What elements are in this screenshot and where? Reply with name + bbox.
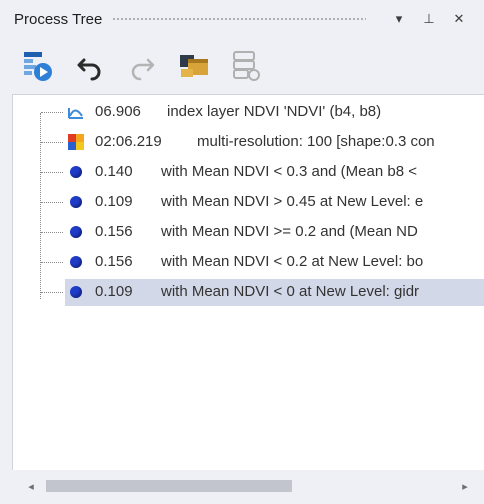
- panel-title: Process Tree: [14, 10, 103, 28]
- execution-time: 0.156: [95, 223, 133, 240]
- close-icon[interactable]: ✕: [448, 8, 470, 30]
- execution-time: 0.109: [95, 193, 133, 210]
- save-rule-set-icon[interactable]: [228, 48, 264, 84]
- execution-time: 0.156: [95, 253, 133, 270]
- tree-row[interactable]: 0.156 with Mean NDVI < 0.2 at New Level:…: [13, 247, 484, 277]
- process-description: with Mean NDVI < 0.2 at New Level: bo: [161, 253, 424, 270]
- scroll-right-icon[interactable]: ▸: [458, 479, 472, 493]
- tree-row-selected[interactable]: 0.109 with Mean NDVI < 0 at New Level: g…: [13, 277, 484, 307]
- classification-dot-icon: [67, 163, 85, 181]
- redo-icon[interactable]: [124, 48, 160, 84]
- tree-row[interactable]: 06.906 index layer NDVI 'NDVI' (b4, b8): [13, 97, 484, 127]
- tree-row[interactable]: 02:06.219 multi-resolution: 100 [shape:0…: [13, 127, 484, 157]
- process-tree-panel: Process Tree ▾ ⊥ ✕ 06.906 index layer ND…: [0, 0, 484, 504]
- process-description: multi-resolution: 100 [shape:0.3 con: [197, 133, 435, 150]
- process-description: with Mean NDVI < 0.3 and (Mean b8 <: [161, 163, 417, 180]
- classification-dot-icon: [67, 193, 85, 211]
- window-position-dropdown-icon[interactable]: ▾: [388, 8, 410, 30]
- execution-time: 0.109: [95, 283, 133, 300]
- multiresolution-segmentation-icon: [67, 133, 85, 151]
- scroll-left-icon[interactable]: ◂: [24, 479, 38, 493]
- process-tree[interactable]: 06.906 index layer NDVI 'NDVI' (b4, b8) …: [12, 94, 484, 470]
- classification-dot-icon: [67, 223, 85, 241]
- process-description: with Mean NDVI < 0 at New Level: gidr: [161, 283, 420, 300]
- process-description: with Mean NDVI > 0.45 at New Level: e: [161, 193, 424, 210]
- layer-arithmetic-icon: [67, 103, 85, 121]
- execute-process-icon[interactable]: [20, 48, 56, 84]
- process-toolbar: [0, 38, 484, 94]
- tree-row[interactable]: 0.140 with Mean NDVI < 0.3 and (Mean b8 …: [13, 157, 484, 187]
- drag-grip[interactable]: [112, 16, 366, 22]
- pin-icon[interactable]: ⊥: [418, 8, 440, 30]
- scrollbar-thumb[interactable]: [46, 480, 292, 492]
- process-description: index layer NDVI 'NDVI' (b4, b8): [167, 103, 382, 120]
- execution-time: 02:06.219: [95, 133, 162, 150]
- tree-row[interactable]: 0.109 with Mean NDVI > 0.45 at New Level…: [13, 187, 484, 217]
- load-rule-set-icon[interactable]: [176, 48, 212, 84]
- classification-dot-icon: [67, 283, 85, 301]
- process-description: with Mean NDVI >= 0.2 and (Mean ND: [161, 223, 418, 240]
- panel-titlebar: Process Tree ▾ ⊥ ✕: [0, 0, 484, 38]
- horizontal-scrollbar[interactable]: ◂ ▸: [12, 470, 484, 504]
- execution-time: 0.140: [95, 163, 133, 180]
- execution-time: 06.906: [95, 103, 141, 120]
- classification-dot-icon: [67, 253, 85, 271]
- undo-icon[interactable]: [72, 48, 108, 84]
- tree-row[interactable]: 0.156 with Mean NDVI >= 0.2 and (Mean ND: [13, 217, 484, 247]
